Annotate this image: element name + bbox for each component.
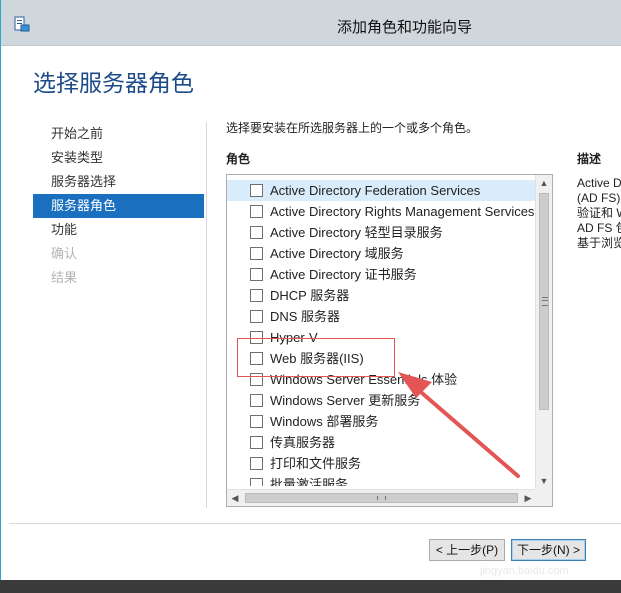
role-label: 传真服务器 — [270, 435, 336, 450]
nav-item-server-selection[interactable]: 服务器选择 — [33, 170, 204, 194]
nav-item-server-roles[interactable]: 服务器角色 — [33, 194, 204, 218]
description-line: 基于浏览 — [577, 236, 621, 250]
role-label: DHCP 服务器 — [270, 288, 350, 303]
roles-vertical-scrollbar[interactable]: ▲ ▼ — [535, 175, 552, 489]
scroll-down-icon[interactable]: ▼ — [536, 473, 552, 489]
role-label: Active Directory Federation Services — [270, 183, 481, 198]
description-line: 验证和 W — [577, 206, 621, 220]
role-checkbox[interactable] — [250, 478, 263, 486]
role-checkbox[interactable] — [250, 310, 263, 323]
role-label: Windows Server 更新服务 — [270, 393, 421, 408]
wizard-window: 添加角色和功能向导 选择服务器角色 开始之前 安装类型 服务器选择 服务器角色 … — [0, 0, 621, 580]
role-checkbox[interactable] — [250, 394, 263, 407]
nav-item-results: 结果 — [51, 270, 78, 285]
role-checkbox[interactable] — [250, 184, 263, 197]
grip-icon — [377, 496, 386, 500]
page-title: 选择服务器角色 — [33, 70, 194, 96]
grip-icon — [542, 297, 548, 306]
roles-horizontal-scrollbar[interactable]: ◀ ▶ — [227, 489, 536, 506]
footer-divider — [9, 523, 621, 524]
role-label: Active Directory 域服务 — [270, 246, 404, 261]
window-title: 添加角色和功能向导 — [337, 19, 473, 36]
title-bar[interactable]: 添加角色和功能向导 — [1, 0, 621, 46]
role-item[interactable]: Active Directory 证书服务 — [227, 264, 536, 285]
nav-item-features[interactable]: 功能 — [33, 218, 204, 242]
scroll-right-icon[interactable]: ▶ — [520, 490, 536, 506]
watermark: jingyan.baidu.com — [480, 565, 569, 577]
role-label: 批量激活服务 — [270, 477, 349, 486]
nav-item-confirmation: 确认 — [51, 246, 78, 261]
role-item[interactable]: DNS 服务器 — [227, 306, 536, 327]
role-label: 打印和文件服务 — [270, 456, 362, 471]
role-checkbox[interactable] — [250, 457, 263, 470]
role-checkbox[interactable] — [250, 415, 263, 428]
description-line: Active D — [577, 176, 621, 190]
server-manager-icon — [14, 16, 30, 32]
scroll-up-icon[interactable]: ▲ — [536, 175, 552, 191]
role-item[interactable]: Windows Server 更新服务 — [227, 390, 536, 411]
role-item[interactable]: DHCP 服务器 — [227, 285, 536, 306]
role-label: Active Directory 证书服务 — [270, 267, 417, 282]
role-label: Windows 部署服务 — [270, 414, 379, 429]
role-checkbox[interactable] — [250, 226, 263, 239]
scrollbar-corner — [535, 489, 552, 506]
nav-divider — [206, 122, 207, 508]
nav-item-installation-type[interactable]: 安装类型 — [33, 146, 204, 170]
role-checkbox[interactable] — [250, 289, 263, 302]
role-label: Active Directory Rights Management Servi… — [270, 204, 535, 219]
role-item[interactable]: 打印和文件服务 — [227, 453, 536, 474]
nav-item-before-you-begin[interactable]: 开始之前 — [33, 122, 204, 146]
annotation-highlight-box — [237, 338, 395, 377]
roles-header: 角色 — [226, 152, 251, 166]
role-checkbox[interactable] — [250, 247, 263, 260]
role-checkbox[interactable] — [250, 436, 263, 449]
description-line: AD FS 包 — [577, 221, 621, 235]
role-item[interactable]: Windows 部署服务 — [227, 411, 536, 432]
role-item[interactable]: Active Directory Federation Services — [227, 180, 536, 201]
role-item[interactable]: 批量激活服务 — [227, 474, 536, 486]
roles-list: Active Directory Federation Services Act… — [227, 180, 536, 486]
wizard-nav: 开始之前 安装类型 服务器选择 服务器角色 功能 确认 结果 — [33, 122, 204, 290]
vertical-scroll-thumb[interactable] — [539, 193, 549, 410]
role-item[interactable]: Active Directory 轻型目录服务 — [227, 222, 536, 243]
description-header: 描述 — [577, 152, 602, 166]
role-checkbox[interactable] — [250, 268, 263, 281]
scroll-left-icon[interactable]: ◀ — [227, 490, 243, 506]
role-label: DNS 服务器 — [270, 309, 341, 324]
horizontal-scroll-thumb[interactable] — [245, 493, 518, 503]
description-text: Active D (AD FS) 验证和 W AD FS 包 基于浏览 — [577, 176, 621, 251]
role-checkbox[interactable] — [250, 205, 263, 218]
role-item[interactable]: Active Directory Rights Management Servi… — [227, 201, 536, 222]
description-line: (AD FS) — [577, 191, 621, 205]
role-item[interactable]: Active Directory 域服务 — [227, 243, 536, 264]
role-label: Active Directory 轻型目录服务 — [270, 225, 443, 240]
previous-button[interactable]: < 上一步(P) — [429, 539, 505, 561]
next-button[interactable]: 下一步(N) > — [511, 539, 586, 561]
role-item[interactable]: 传真服务器 — [227, 432, 536, 453]
instruction-text: 选择要安装在所选服务器上的一个或多个角色。 — [226, 121, 479, 135]
